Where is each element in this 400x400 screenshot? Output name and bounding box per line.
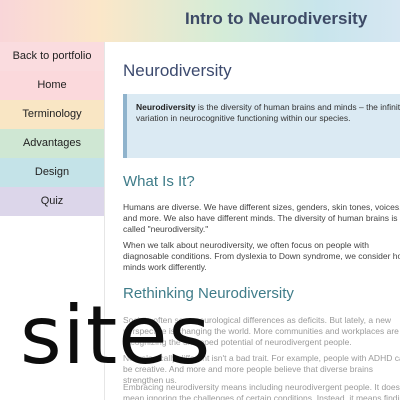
- page-title: Neurodiversity: [123, 61, 232, 80]
- section2-paragraph-3: Embracing neurodiversity means including…: [123, 382, 400, 400]
- definition-callout: Neurodiversity is the diversity of human…: [123, 94, 400, 158]
- nav-design[interactable]: Design: [0, 158, 104, 187]
- callout-term: Neurodiversity: [136, 102, 196, 112]
- nav-back-to-portfolio[interactable]: Back to portfolio: [0, 42, 104, 71]
- site-title: Intro to Neurodiversity: [185, 9, 368, 28]
- section1-paragraph-1: Humans are diverse. We have different si…: [123, 202, 400, 234]
- nav-advantages[interactable]: Advantages: [0, 129, 104, 158]
- overlay-caption: sites: [20, 289, 212, 382]
- section1-paragraph-2: When we talk about neurodiversity, we of…: [123, 240, 400, 272]
- nav-home[interactable]: Home: [0, 71, 104, 100]
- nav-terminology[interactable]: Terminology: [0, 100, 104, 129]
- sidebar-nav: Back to portfolio Home Terminology Advan…: [0, 42, 104, 216]
- nav-quiz[interactable]: Quiz: [0, 187, 104, 216]
- section-heading-what-is-it: What Is It?: [123, 173, 195, 190]
- site-header: Intro to Neurodiversity: [0, 0, 400, 42]
